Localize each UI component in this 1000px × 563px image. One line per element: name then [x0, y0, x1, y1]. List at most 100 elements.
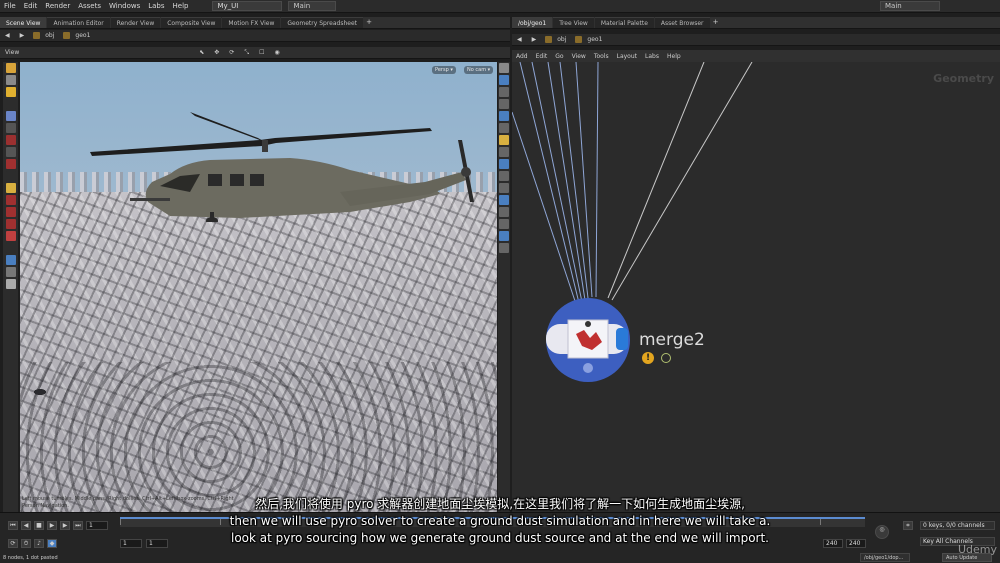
tab-asset-browser[interactable]: Asset Browser: [654, 17, 710, 28]
safe-area-icon[interactable]: [499, 231, 509, 241]
brush-icon[interactable]: [5, 111, 16, 121]
path-obj[interactable]: obj: [40, 32, 59, 39]
ghost-icon[interactable]: [499, 99, 509, 109]
menu-assets[interactable]: Assets: [74, 2, 105, 10]
handle-tool-icon[interactable]: ☐: [254, 49, 269, 56]
back-icon[interactable]: ◀: [0, 32, 15, 39]
net-menu-tools[interactable]: Tools: [590, 53, 613, 60]
warning-icon[interactable]: !: [642, 352, 654, 364]
record-icon[interactable]: [5, 135, 16, 145]
keyframe-icon[interactable]: ⌗: [903, 521, 913, 530]
tab-material-palette[interactable]: Material Palette: [594, 17, 654, 28]
jump-start-icon[interactable]: ⏮: [8, 521, 18, 530]
scope-icon[interactable]: ◎: [875, 525, 889, 539]
audio-icon[interactable]: ♪: [34, 539, 44, 548]
camera-menu[interactable]: No cam ▾: [464, 66, 494, 74]
node-flag-icon[interactable]: [661, 353, 671, 363]
net-menu-view[interactable]: View: [568, 53, 590, 60]
step-back-icon[interactable]: ◀: [21, 521, 31, 530]
add-tab-icon[interactable]: +: [711, 17, 721, 28]
menu-file[interactable]: File: [0, 2, 20, 10]
pointer-icon[interactable]: [5, 75, 16, 85]
select-tool-icon[interactable]: ⬉: [194, 49, 209, 56]
camera-icon[interactable]: [5, 255, 16, 265]
info-icon[interactable]: [499, 243, 509, 253]
back-icon[interactable]: ◀: [512, 36, 527, 43]
snap-point-icon[interactable]: [5, 219, 16, 229]
bounds-icon[interactable]: [499, 207, 509, 217]
network-editor[interactable]: Geometry merge2 !: [512, 62, 1000, 512]
tab-scene-view[interactable]: Scene View: [0, 17, 47, 28]
tab-geometry-spreadsheet[interactable]: Geometry Spreadsheet: [281, 17, 363, 28]
merge-node-label[interactable]: merge2: [639, 330, 705, 350]
light-icon[interactable]: [5, 183, 16, 193]
shading-icon[interactable]: [499, 75, 509, 85]
light-display-icon[interactable]: [499, 135, 509, 145]
wireframe-icon[interactable]: [499, 87, 509, 97]
path-geo[interactable]: geo1: [70, 32, 95, 39]
scale-tool-icon[interactable]: ⤡: [239, 49, 254, 57]
main-desk-selector-right[interactable]: Main: [880, 1, 940, 11]
magnet-snap-icon[interactable]: [5, 231, 16, 241]
target-icon[interactable]: [5, 195, 16, 205]
rotate-tool-icon[interactable]: ⟳: [224, 49, 239, 56]
end-frame-field-2[interactable]: 240: [846, 539, 866, 548]
grid-icon[interactable]: [499, 123, 509, 133]
desktop-selector[interactable]: My_UI: [212, 1, 283, 11]
network-path-field[interactable]: /obj/geo1/dop...: [860, 553, 910, 562]
realtime-icon[interactable]: ⏱: [21, 539, 31, 548]
net-menu-edit[interactable]: Edit: [532, 53, 552, 60]
uv-icon[interactable]: [499, 195, 509, 205]
net-menu-labs[interactable]: Labs: [641, 53, 663, 60]
forward-icon[interactable]: ▶: [15, 32, 30, 39]
display-option-icon[interactable]: [499, 63, 509, 73]
points-icon[interactable]: [499, 159, 509, 169]
net-menu-add[interactable]: Add: [512, 53, 532, 60]
visualize-icon[interactable]: [499, 111, 509, 121]
object-mode-icon[interactable]: [5, 87, 16, 97]
persp-menu[interactable]: Persp ▾: [432, 66, 456, 74]
snap-icon[interactable]: [5, 147, 16, 157]
step-forward-icon[interactable]: ▶: [60, 521, 70, 530]
scene-viewport[interactable]: Persp ▾ No cam ▾ Left mouse tumbles. Mid…: [20, 62, 497, 512]
net-menu-go[interactable]: Go: [551, 53, 567, 60]
loop-icon[interactable]: ⟳: [8, 539, 18, 548]
move-tool-icon[interactable]: ✥: [209, 49, 224, 56]
tab-motion-fx-view[interactable]: Motion FX View: [222, 17, 281, 28]
main-desk-selector-left[interactable]: Main: [288, 1, 337, 11]
background-icon[interactable]: [499, 219, 509, 229]
tab-network-editor[interactable]: /obj/geo1: [512, 17, 553, 28]
lock-icon[interactable]: [5, 159, 16, 169]
tab-composite-view[interactable]: Composite View: [161, 17, 222, 28]
jump-end-icon[interactable]: ⏭: [73, 521, 83, 530]
menu-labs[interactable]: Labs: [144, 2, 168, 10]
menu-edit[interactable]: Edit: [20, 2, 42, 10]
link-icon[interactable]: [5, 267, 16, 277]
snap-grid-icon[interactable]: [5, 207, 16, 217]
menu-render[interactable]: Render: [41, 2, 74, 10]
vertices-icon[interactable]: [499, 183, 509, 193]
merge-node-icon[interactable]: [544, 298, 634, 388]
menu-windows[interactable]: Windows: [105, 2, 144, 10]
net-menu-help[interactable]: Help: [663, 53, 685, 60]
add-tab-icon[interactable]: +: [364, 17, 374, 28]
magnet-icon[interactable]: [5, 123, 16, 133]
key-icon[interactable]: ◆: [47, 539, 57, 548]
tab-tree-view[interactable]: Tree View: [553, 17, 594, 28]
menu-help[interactable]: Help: [169, 2, 193, 10]
tab-animation-editor[interactable]: Animation Editor: [47, 17, 110, 28]
normals-icon[interactable]: [499, 147, 509, 157]
pose-tool-icon[interactable]: ◉: [270, 49, 285, 56]
primitives-icon[interactable]: [499, 171, 509, 181]
play-icon[interactable]: ▶: [47, 521, 57, 530]
select-icon[interactable]: [5, 63, 16, 73]
forward-icon[interactable]: ▶: [527, 36, 542, 43]
tab-render-view[interactable]: Render View: [110, 17, 161, 28]
start-frame-field[interactable]: 1: [120, 539, 142, 548]
path-geo[interactable]: geo1: [582, 36, 607, 43]
net-menu-layout[interactable]: Layout: [613, 53, 641, 60]
path-obj[interactable]: obj: [552, 36, 571, 43]
cylinder-icon[interactable]: [5, 279, 16, 289]
current-frame-field[interactable]: 1: [86, 521, 108, 530]
stop-icon[interactable]: ■: [34, 521, 44, 530]
